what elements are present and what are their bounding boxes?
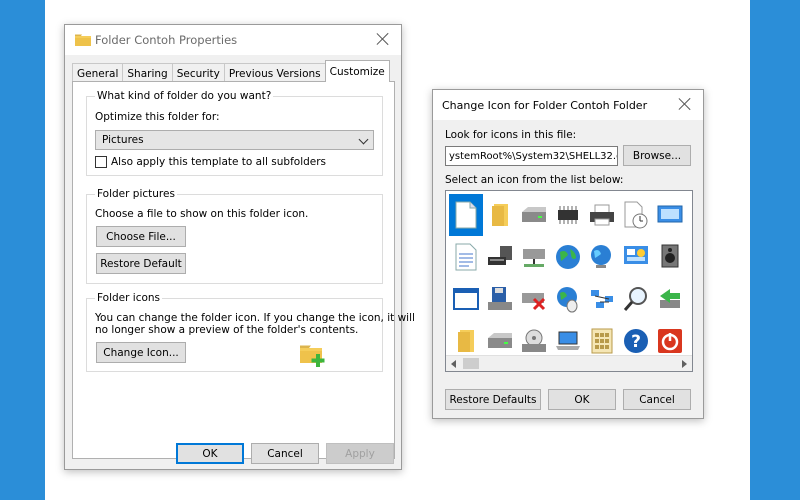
disconnected-drive-icon[interactable] <box>517 278 551 320</box>
tab-sharing[interactable]: Sharing <box>122 63 173 83</box>
subfolders-label: Also apply this template to all subfolde… <box>111 156 327 168</box>
globe-icon[interactable] <box>551 236 585 278</box>
floppy-icon[interactable] <box>483 278 517 320</box>
subfolders-checkbox[interactable] <box>95 156 107 168</box>
ok-button[interactable]: OK <box>176 443 244 464</box>
tab-security[interactable]: Security <box>171 63 225 83</box>
browse-button[interactable]: Browse... <box>623 145 691 166</box>
change-icon-button[interactable]: Change Icon... <box>96 342 186 363</box>
server-icon[interactable] <box>483 236 517 278</box>
icons-description-line1: You can change the folder icon. If you c… <box>95 312 415 324</box>
folder-icons-group: Folder icons You can change the folder i… <box>86 292 415 372</box>
printer-icon[interactable] <box>585 194 619 236</box>
restore-default-button[interactable]: Restore Default <box>96 253 186 274</box>
cancel-button[interactable]: Cancel <box>251 443 319 464</box>
tab-customize[interactable]: Customize <box>324 60 390 82</box>
apply-button[interactable]: Apply <box>326 443 394 464</box>
shortcut-icon[interactable] <box>687 236 692 278</box>
tab-strip: General Sharing Security Previous Versio… <box>72 60 390 83</box>
folder-add-icon <box>300 345 325 367</box>
folder-pictures-group: Folder pictures Choose a file to show on… <box>86 188 383 284</box>
icons-description-line2: no longer show a preview of the folder's… <box>95 324 359 336</box>
background-stripe-left <box>0 0 45 500</box>
magnifier-icon[interactable] <box>619 278 653 320</box>
network-globe-icon[interactable] <box>585 236 619 278</box>
text-document-icon[interactable] <box>449 236 483 278</box>
network-icon[interactable] <box>585 278 619 320</box>
properties-titlebar: Folder Contoh Properties <box>65 25 401 55</box>
green-arrow-icon[interactable] <box>653 278 687 320</box>
customize-panel: What kind of folder do you want? Optimiz… <box>72 81 415 459</box>
icon-list[interactable]: ? <box>445 190 693 372</box>
svg-text:?: ? <box>631 332 641 352</box>
window-title: Change Icon for Folder Contoh Folder <box>442 98 648 112</box>
globe-mouse-icon[interactable] <box>551 278 585 320</box>
blank-document-icon[interactable] <box>449 194 483 236</box>
scroll-left-icon[interactable] <box>451 360 456 368</box>
control-panel-icon[interactable] <box>619 236 653 278</box>
network-drive-icon[interactable] <box>517 236 551 278</box>
pictures-description: Choose a file to show on this folder ico… <box>95 208 309 220</box>
folder-properties-window: Folder Contoh Properties General Sharing… <box>64 24 415 470</box>
cd-icon[interactable] <box>687 278 692 320</box>
group-label: Folder pictures <box>95 188 177 200</box>
drive-icon[interactable] <box>517 194 551 236</box>
chevron-down-icon <box>358 134 369 145</box>
window-title: Folder Contoh Properties <box>95 33 238 47</box>
change-icon-window: Change Icon for Folder Contoh Folder Loo… <box>432 89 704 419</box>
background-stripe-right <box>750 0 800 500</box>
optimize-value: Pictures <box>102 134 144 146</box>
icon-file-path-input[interactable]: ystemRoot%\System32\SHELL32.dll <box>445 146 618 166</box>
look-for-label: Look for icons in this file: <box>445 129 577 141</box>
folder-icon[interactable] <box>483 194 517 236</box>
clock-document-icon[interactable] <box>619 194 653 236</box>
choose-file-button[interactable]: Choose File... <box>96 226 186 247</box>
optimize-select[interactable]: Pictures <box>95 130 374 150</box>
group-label: Folder icons <box>95 292 163 304</box>
folder-icon <box>75 34 91 46</box>
speaker-icon[interactable] <box>653 236 687 278</box>
chip-icon[interactable] <box>551 194 585 236</box>
horizontal-scrollbar[interactable] <box>446 355 692 371</box>
scroll-thumb[interactable] <box>463 358 479 369</box>
restore-defaults-button[interactable]: Restore Defaults <box>445 389 541 410</box>
close-icon[interactable] <box>677 96 693 112</box>
partial-icon[interactable] <box>687 194 692 236</box>
select-icon-label: Select an icon from the list below: <box>445 174 624 186</box>
group-label: What kind of folder do you want? <box>95 90 274 102</box>
tab-previous-versions[interactable]: Previous Versions <box>223 63 326 83</box>
ok-button[interactable]: OK <box>548 389 616 410</box>
optimize-label: Optimize this folder for: <box>95 111 220 123</box>
folder-kind-group: What kind of folder do you want? Optimiz… <box>86 90 383 176</box>
cancel-button[interactable]: Cancel <box>623 389 691 410</box>
tab-general[interactable]: General <box>72 63 124 83</box>
scroll-right-icon[interactable] <box>682 360 687 368</box>
change-icon-titlebar: Change Icon for Folder Contoh Folder <box>433 90 703 120</box>
window-icon[interactable] <box>449 278 483 320</box>
icon-grid: ? <box>449 194 692 362</box>
close-icon[interactable] <box>375 31 391 47</box>
monitor-window-icon[interactable] <box>653 194 687 236</box>
